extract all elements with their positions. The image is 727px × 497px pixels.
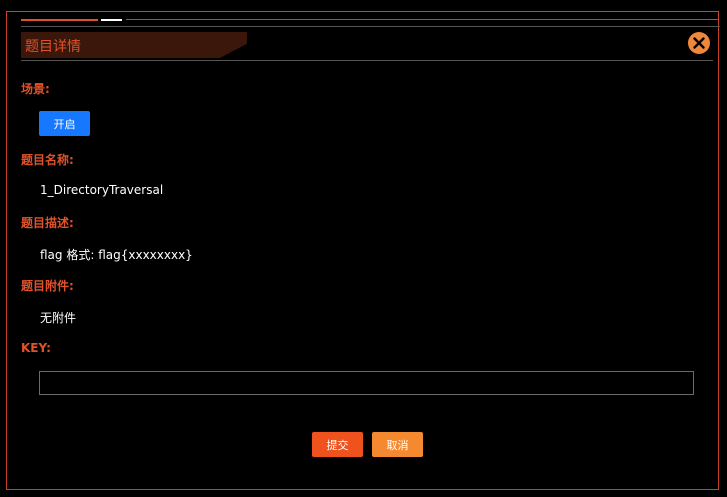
header-decoration <box>21 19 719 21</box>
challenge-description-label: 题目描述: <box>21 216 74 230</box>
challenge-attachment-label: 题目附件: <box>21 279 74 293</box>
header-divider <box>21 26 720 27</box>
close-button[interactable] <box>688 32 710 54</box>
challenge-detail-dialog: 题目详情 场景: 开启 题目名称: 1_DirectoryTraversal 题… <box>6 11 720 490</box>
key-label: KEY: <box>21 341 51 355</box>
header-bottom-divider <box>21 60 713 61</box>
scene-label: 场景: <box>21 82 50 96</box>
submit-button[interactable]: 提交 <box>312 432 363 457</box>
cancel-button[interactable]: 取消 <box>372 432 423 457</box>
challenge-attachment-value: 无附件 <box>40 311 77 325</box>
decoration-segment <box>126 19 719 20</box>
close-circle-icon <box>693 37 705 49</box>
challenge-name-value: 1_DirectoryTraversal <box>40 183 164 197</box>
decoration-segment <box>21 19 98 21</box>
dialog-title: 题目详情 <box>25 39 81 55</box>
key-input[interactable] <box>39 371 694 395</box>
challenge-description-value: flag 格式: flag{xxxxxxxx} <box>40 248 193 262</box>
challenge-name-label: 题目名称: <box>21 153 74 167</box>
start-scene-button[interactable]: 开启 <box>39 111 90 136</box>
decoration-segment <box>101 19 122 21</box>
